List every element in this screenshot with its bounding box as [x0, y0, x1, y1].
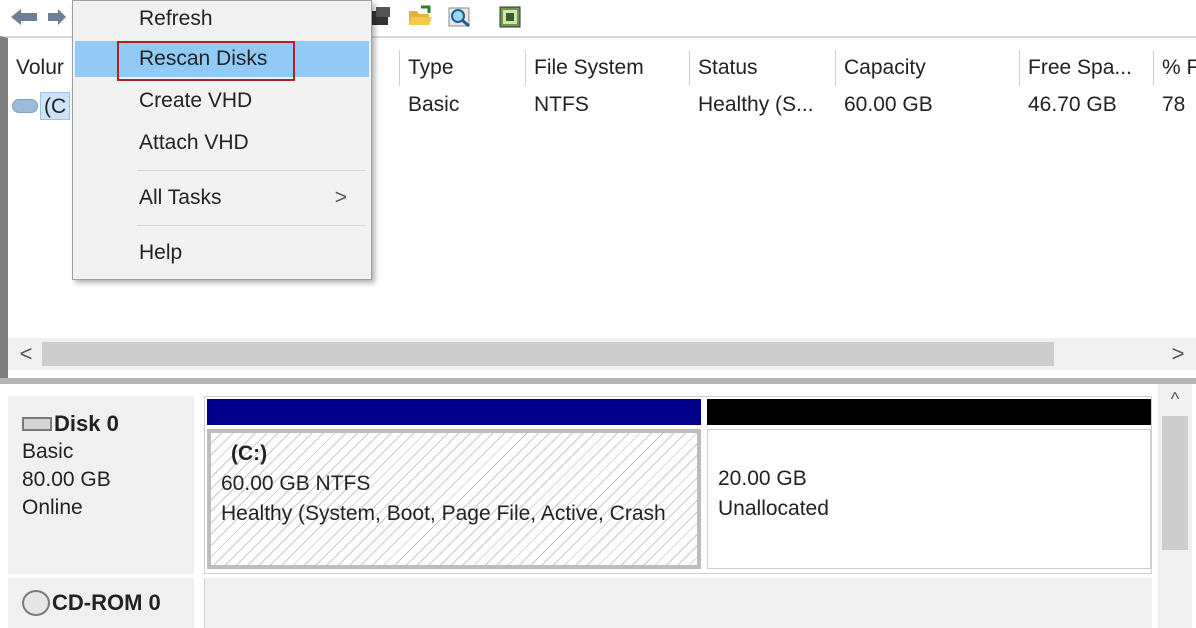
- column-header-label: % F: [1162, 56, 1196, 79]
- disk-0-info[interactable]: Disk 0 Basic 80.00 GB Online: [8, 396, 194, 574]
- cell-free-space: 46.70 GB: [1028, 93, 1117, 116]
- menu-item-rescan-disks[interactable]: Rescan Disks: [75, 41, 369, 81]
- menu-item-create-vhd[interactable]: Create VHD: [75, 83, 369, 119]
- partition-unallocated[interactable]: 20.00 GB Unallocated: [707, 399, 1151, 571]
- menu-item-all-tasks[interactable]: All Tasks >: [75, 180, 369, 216]
- column-header-free-space[interactable]: Free Spa...: [1020, 50, 1154, 86]
- vertical-scrollbar[interactable]: ^: [1158, 384, 1192, 628]
- menu-item-help[interactable]: Help: [75, 235, 369, 271]
- partition-c[interactable]: (C:) 60.00 GB NTFS Healthy (System, Boot…: [207, 399, 701, 571]
- cd-rom-icon: [22, 590, 50, 616]
- partition-status: Unallocated: [718, 497, 829, 520]
- forward-arrow-icon[interactable]: [44, 4, 70, 30]
- partition-body: (C:) 60.00 GB NTFS Healthy (System, Boot…: [207, 429, 701, 569]
- scroll-thumb[interactable]: [1162, 416, 1188, 550]
- disk-title: CD-ROM 0: [22, 590, 194, 616]
- scroll-right-icon[interactable]: >: [1164, 340, 1192, 368]
- column-header-percent-free[interactable]: % F: [1154, 50, 1196, 86]
- cell-percent-free: 78: [1162, 93, 1186, 116]
- menu-item-label: Attach VHD: [139, 131, 249, 154]
- disk-size: 80.00 GB: [22, 468, 111, 491]
- disk-status: Online: [22, 496, 83, 519]
- scroll-up-icon[interactable]: ^: [1158, 386, 1192, 412]
- column-header-status[interactable]: Status: [690, 50, 836, 86]
- partition-size: 20.00 GB: [718, 467, 807, 490]
- submenu-arrow-icon: >: [334, 186, 347, 209]
- open-folder-icon[interactable]: [406, 4, 434, 30]
- cell-capacity: 60.00 GB: [844, 93, 933, 116]
- disk-properties-icon[interactable]: [496, 4, 524, 30]
- find-icon[interactable]: [446, 4, 474, 30]
- menu-item-label: Refresh: [139, 7, 213, 30]
- menu-separator: [137, 170, 365, 171]
- context-menu: Refresh Rescan Disks Create VHD Attach V…: [72, 0, 372, 280]
- cd-rom-0-info[interactable]: CD-ROM 0: [8, 578, 194, 628]
- cd-rom-0-track: [204, 578, 1152, 628]
- partition-status: Healthy (System, Boot, Page File, Active…: [221, 502, 666, 525]
- column-header-file-system[interactable]: File System: [526, 50, 690, 86]
- menu-item-label: Create VHD: [139, 89, 253, 112]
- column-header-label: File System: [534, 56, 644, 79]
- disk-name: Disk 0: [54, 411, 119, 436]
- disk-graphical-view: Disk 0 Basic 80.00 GB Online (C:) 60.00 …: [0, 384, 1196, 628]
- disk-type: Basic: [22, 440, 74, 463]
- cell-type: Basic: [408, 93, 460, 116]
- column-header-label: Type: [408, 56, 454, 79]
- column-header-capacity[interactable]: Capacity: [836, 50, 1020, 86]
- partition-size: 60.00 GB NTFS: [221, 472, 371, 495]
- properties-icon[interactable]: [368, 4, 396, 30]
- menu-item-attach-vhd[interactable]: Attach VHD: [75, 125, 369, 161]
- partition-bar-unallocated: [707, 399, 1151, 425]
- back-arrow-icon[interactable]: [6, 4, 42, 30]
- highlight-box: [117, 41, 295, 81]
- partition-body: 20.00 GB Unallocated: [707, 429, 1151, 569]
- cell-status: Healthy (S...: [698, 93, 814, 116]
- column-header-type[interactable]: Type: [400, 50, 526, 86]
- disk-name: CD-ROM 0: [52, 590, 161, 615]
- menu-separator: [137, 225, 365, 226]
- disk-0-partitions: (C:) 60.00 GB NTFS Healthy (System, Boot…: [204, 396, 1152, 574]
- column-header-label: Free Spa...: [1028, 56, 1132, 79]
- column-header-label: Volur: [16, 56, 64, 79]
- disk-title: Disk 0: [22, 410, 194, 438]
- column-header-label: Capacity: [844, 56, 926, 79]
- hard-disk-icon: [22, 417, 52, 431]
- partition-label: (C:): [231, 442, 268, 465]
- cell-file-system: NTFS: [534, 93, 589, 116]
- scroll-thumb[interactable]: [42, 342, 1054, 366]
- column-header-label: Status: [698, 56, 758, 79]
- scroll-left-icon[interactable]: <: [12, 340, 40, 368]
- partition-bar-primary: [207, 399, 701, 425]
- menu-item-refresh[interactable]: Refresh: [75, 1, 369, 37]
- menu-item-label: All Tasks: [139, 186, 222, 209]
- horizontal-scrollbar[interactable]: < >: [8, 338, 1196, 370]
- menu-item-label: Help: [139, 241, 183, 264]
